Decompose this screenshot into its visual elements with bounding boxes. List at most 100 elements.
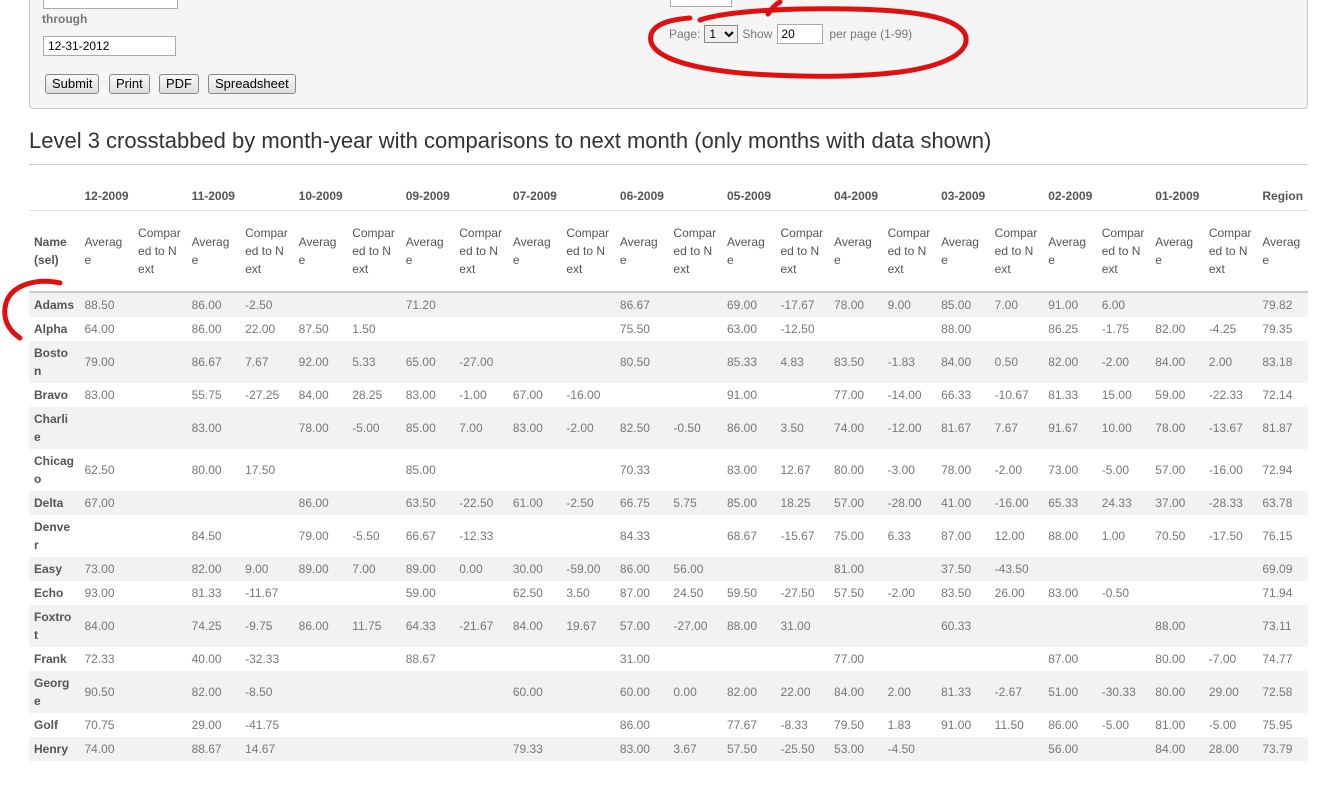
row-name: George: [34, 676, 70, 708]
average-cell: 70.50: [1155, 529, 1186, 543]
average-cell: [508, 713, 562, 737]
compared-column-header: Compared to Next: [454, 210, 508, 293]
compared-cell: [454, 713, 508, 737]
average-cell: 88.00: [941, 322, 972, 336]
compared-cell: 29.00: [1208, 685, 1239, 699]
corner-header-cell: [29, 182, 80, 211]
compared-cell: -12.50: [780, 322, 815, 336]
compared-cell: 7.67: [994, 421, 1019, 435]
compared-cell: -32.33: [245, 652, 280, 666]
compared-cell: [1204, 581, 1258, 605]
average-cell: 85.33: [726, 355, 757, 369]
average-cell: 88.00: [726, 619, 757, 633]
page-size-select-top[interactable]: [670, 0, 732, 7]
compared-cell: 3.50: [780, 421, 804, 435]
title-divider: [29, 164, 1308, 165]
average-cell: 88.67: [191, 742, 222, 756]
month-header: 11-2009: [186, 182, 294, 211]
compared-cell: [561, 647, 615, 671]
rows-per-page-input[interactable]: [777, 24, 824, 44]
compared-cell: 18.25: [780, 496, 811, 510]
average-cell: 82.00: [191, 562, 222, 576]
submit-button[interactable]: Submit: [45, 74, 100, 94]
month-header: 03-2009: [936, 182, 1044, 211]
compared-cell: [347, 671, 401, 713]
region-average-cell: 74.77: [1262, 652, 1293, 666]
average-cell: 83.00: [1048, 586, 1079, 600]
compared-cell: -8.33: [780, 718, 808, 732]
compared-cell: 17.50: [245, 463, 276, 477]
average-cell: 81.00: [834, 562, 865, 576]
compared-cell: [133, 491, 187, 515]
average-cell: 93.00: [84, 586, 115, 600]
compared-cell: [347, 449, 401, 491]
average-cell: 59.00: [1155, 388, 1186, 402]
spreadsheet-button[interactable]: Spreadsheet: [208, 74, 296, 94]
average-cell: 91.00: [941, 718, 972, 732]
average-cell: 87.00: [1048, 652, 1079, 666]
print-button[interactable]: Print: [109, 74, 150, 94]
compared-cell: 22.00: [780, 685, 811, 699]
compared-cell: [454, 581, 508, 605]
average-cell: 57.00: [619, 619, 650, 633]
compared-column-header: Compared to Next: [133, 210, 187, 293]
compared-cell: [883, 605, 937, 647]
compared-cell: [240, 407, 294, 449]
average-cell: [294, 581, 348, 605]
average-column-header: Average: [829, 210, 883, 293]
average-cell: 82.00: [1155, 322, 1186, 336]
table-row: Charlie 83.00 78.00 -5.00 85.00 7.00 83.00 -2.0…: [29, 407, 1308, 449]
average-cell: 84.00: [512, 619, 543, 633]
start-date-input[interactable]: [43, 0, 178, 9]
average-cell: 86.00: [191, 298, 222, 312]
compared-cell: -0.50: [1101, 586, 1130, 600]
average-cell: 78.00: [941, 463, 972, 477]
average-cell: 85.00: [405, 463, 436, 477]
compared-cell: [990, 317, 1044, 341]
row-name: Denver: [34, 520, 71, 552]
compared-cell: -2.50: [245, 298, 273, 312]
compared-cell: 28.00: [1208, 742, 1239, 756]
compared-cell: -43.50: [994, 562, 1029, 576]
end-date-input[interactable]: [43, 36, 176, 56]
compared-column-header: Compared to Next: [882, 210, 937, 293]
average-cell: 78.00: [1155, 421, 1186, 435]
average-cell: 79.00: [298, 529, 329, 543]
compared-cell: [347, 581, 401, 605]
average-cell: 29.00: [191, 718, 222, 732]
average-cell: [80, 515, 134, 557]
compared-cell: [347, 737, 401, 761]
average-column-header: Average: [186, 210, 241, 293]
average-column-header: Average: [507, 210, 562, 293]
average-cell: 84.00: [834, 685, 865, 699]
page-label: Page:: [669, 27, 701, 41]
page-select[interactable]: 1: [704, 25, 739, 43]
average-cell: [936, 737, 990, 761]
compared-cell: 9.00: [887, 298, 911, 312]
average-cell: [187, 491, 241, 515]
compared-cell: 1.00: [1101, 529, 1126, 543]
compared-cell: -17.50: [1208, 529, 1243, 543]
average-cell: 83.00: [84, 388, 115, 402]
show-label: Show: [742, 27, 773, 41]
compared-cell: [561, 317, 615, 341]
compared-cell: [776, 557, 830, 581]
pdf-button[interactable]: PDF: [159, 74, 199, 94]
average-cell: 83.00: [191, 421, 222, 435]
table-row: Alpha 64.00 86.00 22.00 87.50 1.50 75.50 63.00 -…: [29, 317, 1308, 341]
average-cell: 91.67: [1048, 421, 1079, 435]
compared-cell: [776, 383, 830, 407]
compared-column-header: Compared to Next: [1096, 210, 1151, 293]
average-cell: 88.50: [84, 298, 115, 312]
compared-cell: 56.00: [673, 562, 704, 576]
compared-cell: [133, 581, 187, 605]
compared-cell: -9.75: [245, 619, 273, 633]
per-page-hint: per page (1-99): [829, 27, 913, 41]
average-cell: 75.00: [834, 529, 865, 543]
compared-cell: -1.83: [887, 355, 915, 369]
compared-cell: 14.67: [245, 742, 276, 756]
region-average-cell: 81.87: [1262, 421, 1293, 435]
average-column-header: Average: [293, 210, 348, 293]
average-cell: 81.67: [941, 421, 972, 435]
compared-cell: 0.50: [994, 355, 1019, 369]
